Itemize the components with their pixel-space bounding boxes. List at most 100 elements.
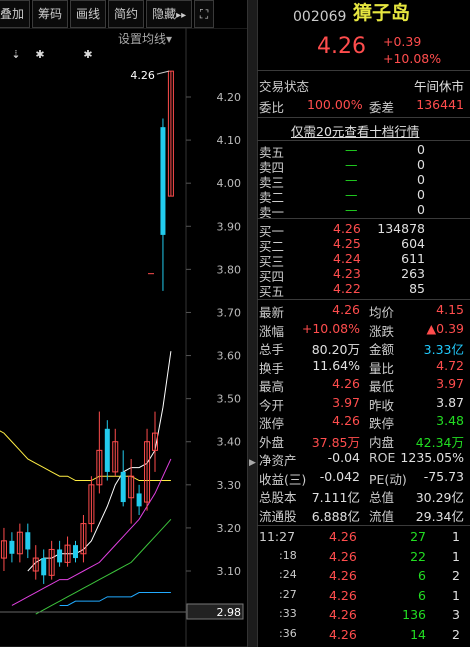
y-tick-label: 3.60 [217,350,242,363]
stat-label: 总股本 [259,490,297,505]
chart-annotations: 4.26 ⇣ ✱ ✱ [11,48,170,275]
sell-level-price: — [345,187,358,202]
stat-label: 总手 [259,342,285,357]
stat-value: 3.87 [436,394,464,410]
tick-volume: 136 [402,607,426,622]
tick-time: :24 [279,568,297,581]
sell-level-price: — [345,142,358,157]
stat-label: 量比 [369,360,395,376]
stat-value: 42.34万 [415,434,464,450]
stat-value: 3.48 [436,413,464,428]
y-tick-label: 3.30 [217,479,242,492]
stat-label: 昨收 [369,397,395,413]
chart-toolbar: 叠加 筹码 画线 简约 隐藏▸▸ ⛶ [0,0,248,28]
sell-level-price: — [345,202,358,217]
sell-level-volume: 0 [417,202,425,217]
tick-count: 1 [452,548,460,564]
stat-value: +10.08% [301,320,360,336]
stat-value: -0.04 [327,450,360,465]
stat-value: 6.888亿 [311,508,360,524]
chips-button[interactable]: 筹码 [32,0,69,28]
y-tick-label: 3.50 [217,393,242,406]
stat-value: -75.73 [423,468,464,484]
stat-label: 外盘 [259,434,285,450]
tick-time: 11:27 [259,529,296,544]
simple-mode-button[interactable]: 简约 [108,0,145,28]
order-ratio-label: 委比 [259,100,285,115]
buy-level-volume: 263 [401,266,425,281]
y-tick-label: 4.20 [217,91,242,104]
tick-time: :33 [279,607,297,620]
trade-status-value: 午间休市 [413,79,464,94]
buy-level-price: 4.26 [333,221,361,236]
buy-level-volume: 604 [401,236,425,251]
stat-label: 跌停 [369,416,395,431]
stock-code: 002069 [293,9,347,25]
candlestick-chart[interactable]: 4.20 4.10 4.00 3.90 3.80 3.70 3.60 3.50 3.40 3.30… [0,28,247,647]
buy-level-volume: 134878 [377,221,425,236]
y-tick-label: 3.90 [217,220,242,233]
ma-settings-button[interactable]: 设置均线▾ [118,30,172,47]
tick-price: 4.26 [329,607,357,622]
order-ratio-value: 100.00% [307,97,363,112]
quote-header: 002069 獐子岛 [257,2,470,26]
sell-level-volume: 0 [417,187,425,202]
sell-level-price: — [345,172,358,187]
sell-level-volume: 0 [417,172,425,187]
stat-label: 净资产 [259,453,297,468]
tick-price: 4.26 [329,587,357,603]
y-tick-label: 4.00 [217,177,242,190]
candle-body [57,549,63,563]
stat-value: 7.111亿 [311,490,360,505]
stat-label: 流通股 [259,508,297,524]
buy-level-label: 买五 [259,284,285,299]
tick-volume: 6 [418,568,426,583]
stat-value: 4.26 [332,376,360,391]
tick-volume: 27 [410,529,426,544]
stat-value: 37.85万 [311,434,360,450]
current-price: 4.26 [317,34,366,59]
stat-label: 最低 [369,379,395,394]
tick-count: 1 [452,529,460,544]
tick-count: 2 [452,626,460,642]
stat-label: 最新 [259,305,285,320]
stock-name: 獐子岛 [353,2,411,24]
buy-level-volume: 85 [409,281,425,296]
stat-label: 涨停 [259,416,285,431]
ma-line [0,430,171,482]
hide-button[interactable]: 隐藏▸▸ [146,0,193,28]
stat-value: 4.26 [332,413,360,428]
event-marker: ✱ [35,48,44,61]
tick-count: 1 [452,587,460,603]
price-axis: 4.20 4.10 4.00 3.90 3.80 3.70 3.60 3.50 3.40 3.30… [0,91,244,620]
y-tick-label: 3.70 [217,306,242,319]
stat-value: 4.15 [436,302,464,317]
overlay-button[interactable]: 叠加 [0,0,31,28]
candle-body [25,532,31,550]
level10-promo-link[interactable]: 仅需20元查看十档行情 [291,121,419,140]
stat-value: -0.042 [319,468,360,484]
stat-value: 11.64% [312,357,360,373]
candle-body [136,493,142,507]
tick-volume: 22 [410,548,426,564]
stat-value: 1235.05% [400,450,464,465]
chart-grid [0,28,247,647]
stat-value: 80.20万 [311,342,360,357]
y-tick-label: 3.20 [217,522,242,535]
tick-price: 4.26 [329,626,357,642]
y-tick-label: 3.10 [217,565,242,578]
stat-label: ROE [369,450,396,465]
tick-time: :27 [279,587,297,601]
sell-level-price: — [345,157,358,172]
current-price-tag: 2.98 [217,606,242,619]
high-marker-label: 4.26 [130,69,155,82]
draw-line-button[interactable]: 画线 [70,0,107,28]
hide-button-label: 隐藏 [152,7,177,21]
candle-body [73,545,78,559]
y-tick-label: 3.80 [217,263,242,276]
expand-icon[interactable]: ⛶ [194,0,215,28]
stat-value: 4.72 [436,357,464,373]
quote-panel: 002069 獐子岛 4.26 +0.39 +10.08% 交易状态 午间休市 … [257,0,470,647]
stat-value: 29.34亿 [415,508,464,524]
stat-label: 流值 [369,508,395,524]
